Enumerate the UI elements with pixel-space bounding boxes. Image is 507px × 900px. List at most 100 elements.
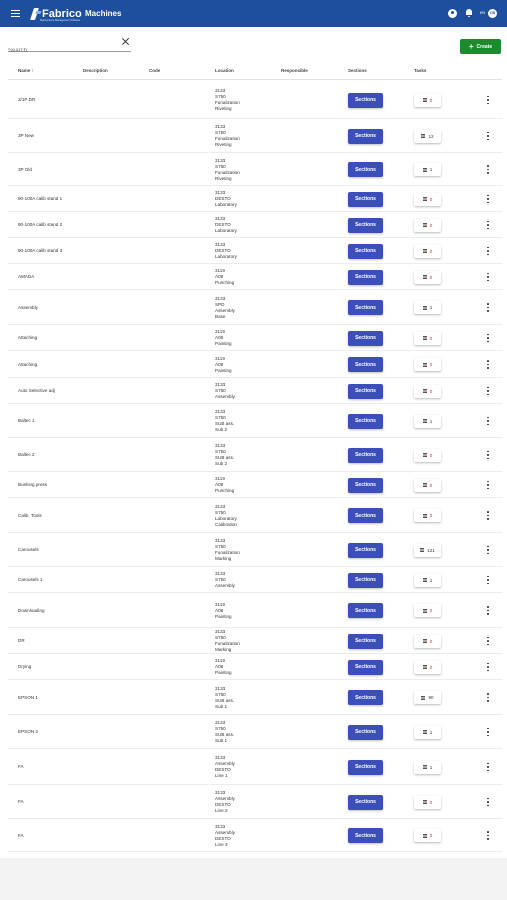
table-row[interactable]: EPSON 2 3133 S750 SUB ass. Sub 1 Sections 1 (0, 715, 507, 749)
sections-button[interactable]: Sections (348, 92, 383, 108)
sections-button[interactable]: Sections (348, 542, 383, 558)
sections-button[interactable]: Sections (348, 690, 383, 705)
sections-button[interactable]: Sections (348, 447, 383, 463)
table-row[interactable]: DR 3133 S750 Funalization Marking Sections 0 (0, 628, 507, 654)
sections-button[interactable]: Sections (348, 794, 383, 810)
sections-button[interactable]: Sections (348, 243, 383, 259)
more-vert-icon[interactable] (485, 797, 491, 808)
sections-button[interactable]: Sections (348, 633, 383, 649)
tasks-chip[interactable]: 0 (414, 829, 441, 842)
table-row[interactable]: 90-100A calib stand 2 3133 DESTO Laboratory… (0, 212, 507, 238)
sections-button[interactable]: Sections (348, 217, 383, 233)
more-vert-icon[interactable] (485, 662, 491, 673)
sections-button[interactable]: Sections (348, 659, 383, 675)
sections-button[interactable]: Sections (348, 191, 383, 207)
tasks-chip[interactable]: 1 (414, 163, 441, 176)
search-field[interactable] (8, 39, 131, 54)
table-row[interactable]: Calib. Tools 3133 S750 Laboratory Calibratio… (0, 498, 507, 533)
more-vert-icon[interactable] (485, 693, 491, 703)
tasks-chip[interactable]: 0 (414, 634, 441, 648)
more-vert-icon[interactable] (485, 636, 491, 647)
table-row[interactable]: Baltec 2 3133 S750 SUB ass. Sub 2 Sections 0 (0, 438, 507, 472)
table-row[interactable]: Downloading 3119 A08 Painting Sections 0 (0, 593, 507, 628)
sections-button[interactable]: Sections (348, 300, 383, 315)
more-vert-icon[interactable] (485, 246, 491, 257)
tasks-chip[interactable]: 0 (414, 93, 441, 107)
table-row[interactable]: 90-100A calib stand 3 3133 DESTO Laboratory… (0, 238, 507, 264)
sections-button[interactable]: Sections (348, 128, 383, 144)
search-input[interactable] (8, 46, 108, 54)
more-vert-icon[interactable] (485, 727, 491, 738)
table-row[interactable]: 3P Old 3133 S750 Funalization Riveting Sectio… (0, 153, 507, 186)
tasks-chip[interactable]: 0 (414, 331, 441, 345)
table-row[interactable]: Auto Selective adj 3133 S750 Assembly Sectio… (0, 378, 507, 404)
tasks-chip[interactable]: 90 (414, 691, 441, 704)
table-row[interactable]: Carousels 1 3133 S750 Assembly Sections 1 (0, 567, 507, 593)
more-vert-icon[interactable] (485, 831, 491, 841)
more-vert-icon[interactable] (485, 762, 491, 773)
table-row[interactable]: Baltec 1 3133 S750 SUB ass. Sub 2 Sections 1 (0, 404, 507, 438)
more-vert-icon[interactable] (485, 416, 491, 427)
tasks-chip[interactable]: 0 (414, 192, 441, 206)
clear-search-icon[interactable] (121, 37, 130, 46)
more-vert-icon[interactable] (485, 220, 491, 231)
table-row[interactable]: FA 3133 Assembly DESTO Line 2 Sections 0 (0, 785, 507, 819)
table-row[interactable]: Assembly 3133 SPD Assembly Base Sections 1 (0, 290, 507, 325)
tasks-chip[interactable]: 0 (414, 270, 441, 284)
sections-button[interactable]: Sections (348, 477, 383, 493)
column-header-responsible[interactable]: Responsible (281, 68, 308, 73)
table-row[interactable]: Bushing press 3119 A08 Punching Sections 0 (0, 472, 507, 498)
column-header-code[interactable]: Code (149, 68, 160, 73)
language-selector[interactable]: en (480, 10, 485, 15)
tasks-chip[interactable]: 0 (414, 795, 441, 809)
table-row[interactable]: FA 3133 Assembly DESTO Line 3 Sections 0 (0, 819, 507, 852)
sections-button[interactable]: Sections (348, 603, 383, 618)
column-header-name[interactable]: Name ↑ (18, 68, 34, 73)
table-row[interactable]: 90-100A calib stand 1 3133 DESTO Laboratory… (0, 186, 507, 212)
more-vert-icon[interactable] (485, 386, 491, 397)
tasks-chip[interactable]: 121 (414, 543, 441, 557)
sections-button[interactable]: Sections (348, 162, 383, 177)
tasks-chip[interactable]: 1 (414, 725, 441, 739)
column-header-location[interactable]: Location (215, 68, 234, 73)
sections-button[interactable]: Sections (348, 357, 383, 372)
more-vert-icon[interactable] (485, 511, 491, 521)
tasks-chip[interactable]: 1 (414, 414, 441, 428)
menu-icon[interactable] (11, 10, 20, 18)
more-vert-icon[interactable] (485, 131, 491, 142)
tasks-chip[interactable]: 0 (414, 448, 441, 462)
sections-button[interactable]: Sections (348, 828, 383, 843)
sections-button[interactable]: Sections (348, 383, 383, 399)
more-vert-icon[interactable] (485, 450, 491, 461)
table-row[interactable]: Attaching 3119 A08 Painting Sections 0 (0, 325, 507, 351)
tasks-chip[interactable]: 12 (414, 129, 441, 143)
table-row[interactable]: AMADA 3119 A08 Punching Sections 0 (0, 264, 507, 290)
table-row[interactable]: FA 3133 Assembly DESTO Line 1 Sections 1 (0, 749, 507, 785)
table-row[interactable]: 3/1P DR 3133 S750 Funalization Riveting Secti… (0, 81, 507, 119)
create-button[interactable]: + Create (460, 39, 501, 54)
sections-button[interactable]: Sections (348, 508, 383, 523)
tasks-chip[interactable]: 0 (414, 384, 441, 398)
tasks-chip[interactable]: 0 (414, 660, 441, 674)
sections-button[interactable]: Sections (348, 572, 383, 588)
tasks-chip[interactable]: 1 (414, 573, 441, 587)
notifications-bell-icon[interactable] (465, 9, 472, 17)
more-vert-icon[interactable] (485, 606, 491, 616)
sections-button[interactable]: Sections (348, 413, 383, 429)
tasks-chip[interactable]: 1 (414, 760, 441, 774)
more-vert-icon[interactable] (485, 480, 491, 491)
tasks-chip[interactable]: 0 (414, 509, 441, 522)
sections-button[interactable]: Sections (348, 759, 383, 775)
more-vert-icon[interactable] (485, 333, 491, 344)
tasks-chip[interactable]: 0 (414, 478, 441, 492)
more-vert-icon[interactable] (485, 360, 491, 370)
avatar[interactable]: CB (488, 9, 497, 18)
more-vert-icon[interactable] (485, 194, 491, 205)
more-vert-icon[interactable] (485, 545, 491, 556)
more-vert-icon[interactable] (485, 165, 491, 175)
sections-button[interactable]: Sections (348, 330, 383, 346)
table-row[interactable]: EPSON 1 3133 S750 SUB ass. Sub 1 Sections 90 (0, 680, 507, 715)
more-vert-icon[interactable] (485, 272, 491, 283)
table-row[interactable]: Drying 3119 A08 Painting Sections 0 (0, 654, 507, 680)
column-header-description[interactable]: Description (83, 68, 108, 73)
